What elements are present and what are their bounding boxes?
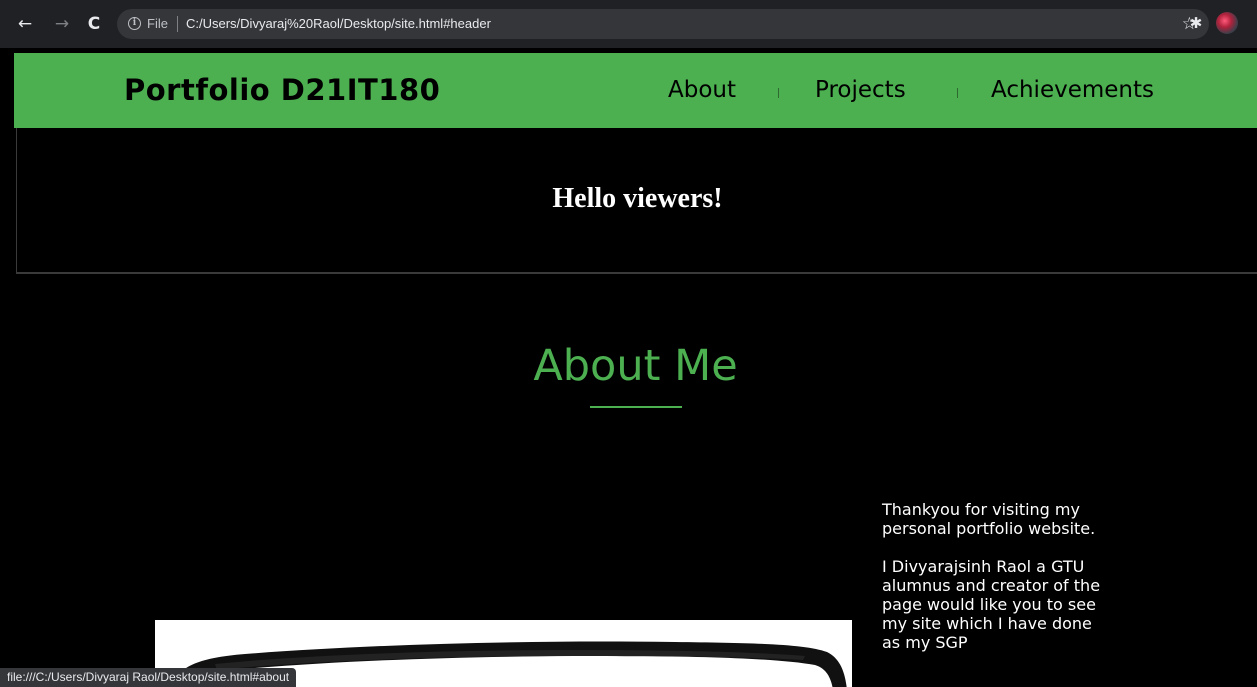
about-title: About Me (533, 341, 738, 391)
site-brand[interactable]: Portfolio D21IT180 (124, 53, 440, 128)
scheme-label: File (147, 16, 168, 31)
address-separator (177, 16, 178, 32)
url-text[interactable]: C:/Users/Divyaraj%20Raol/Desktop/site.ht… (186, 9, 491, 39)
about-paragraph-intro: I Divyarajsinh Raol a GTU alumnus and cr… (882, 557, 1101, 652)
reload-icon[interactable]: C (83, 13, 105, 35)
hero-greeting: Hello viewers! (552, 183, 723, 214)
nav-divider (957, 88, 958, 98)
status-bar-url: file:///C:/Users/Divyaraj Raol/Desktop/s… (0, 668, 297, 687)
about-paragraph-thanks: Thankyou for visiting my personal portfo… (882, 500, 1096, 538)
address-bar[interactable]: i File C:/Users/Divyaraj%20Raol/Desktop/… (117, 9, 1209, 39)
forward-icon[interactable]: → (51, 13, 73, 35)
profile-avatar[interactable] (1216, 12, 1238, 34)
extensions-puzzle-icon[interactable]: ✱ (1186, 13, 1206, 33)
nav-link-projects[interactable]: Projects (815, 53, 906, 128)
nav-divider (778, 88, 779, 98)
page-viewport: Portfolio D21IT180 About Projects Achiev… (14, 48, 1257, 687)
browser-toolbar: ← → C i File C:/Users/Divyaraj%20Raol/De… (0, 0, 1257, 48)
site-header: Portfolio D21IT180 About Projects Achiev… (14, 53, 1257, 128)
hero-section: Hello viewers! (16, 128, 1257, 274)
site-info-icon[interactable]: i (128, 17, 141, 30)
nav-link-about[interactable]: About (668, 53, 736, 128)
nav-link-achievements[interactable]: Achievements (991, 53, 1154, 128)
about-title-underline (590, 406, 682, 408)
about-description: Thankyou for visiting my personal portfo… (882, 500, 1112, 671)
back-icon[interactable]: ← (14, 13, 36, 35)
